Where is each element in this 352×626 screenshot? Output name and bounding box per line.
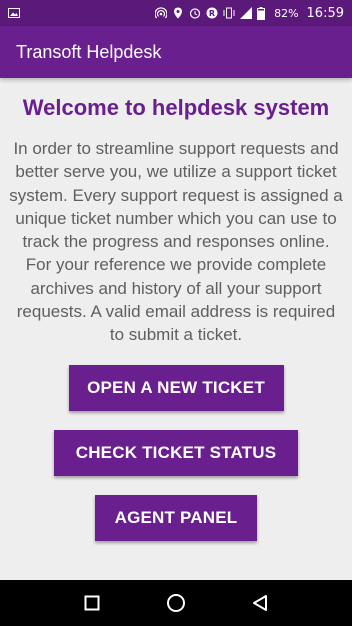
hotspot-icon	[154, 7, 168, 19]
clock: 16:59	[306, 5, 344, 21]
open-new-ticket-button[interactable]: OPEN A NEW TICKET	[68, 364, 284, 411]
image-icon	[8, 7, 20, 19]
home-icon[interactable]	[164, 591, 188, 615]
signal-icon	[240, 7, 253, 19]
app-title: Transoft Helpdesk	[16, 41, 162, 62]
alarm-icon	[189, 7, 201, 19]
battery-level: 82%	[274, 6, 299, 20]
roaming-icon: R	[206, 7, 218, 19]
agent-panel-button[interactable]: AGENT PANEL	[95, 494, 257, 541]
check-ticket-status-button[interactable]: CHECK TICKET STATUS	[54, 429, 298, 476]
recents-icon[interactable]	[80, 591, 104, 615]
back-icon[interactable]	[248, 591, 272, 615]
welcome-heading: Welcome to helpdesk system	[22, 95, 330, 120]
battery-icon	[257, 7, 269, 20]
location-icon	[172, 7, 184, 19]
main-content: Welcome to helpdesk system In order to s…	[0, 78, 352, 580]
intro-paragraph: In order to streamline support requests …	[9, 139, 343, 345]
navigation-bar	[0, 580, 352, 626]
app-bar: Transoft Helpdesk	[0, 26, 352, 78]
svg-text:R: R	[209, 9, 215, 18]
vibrate-icon	[223, 7, 235, 19]
status-bar: R 82% 16:59	[0, 0, 352, 26]
